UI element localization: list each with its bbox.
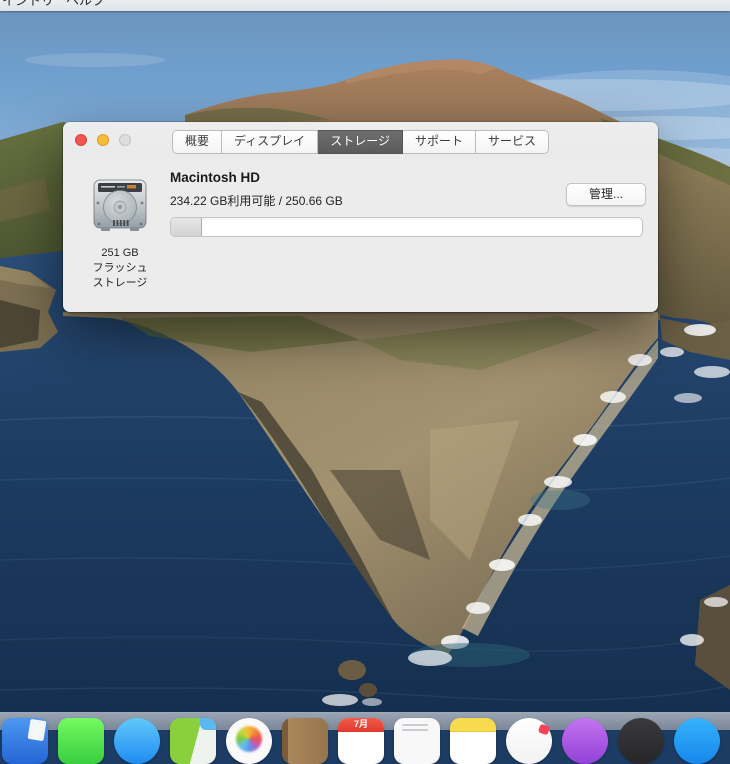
disk-capacity-label: 251 GB フラッシュ ストレージ — [68, 246, 172, 291]
desktop: { "menu_bar": { "items": [ { "label": "イ… — [0, 0, 730, 764]
window-titlebar[interactable]: 概要 ディスプレイ ストレージ サポート サービス — [63, 122, 658, 158]
tv-icon[interactable] — [618, 718, 664, 764]
podcasts-icon[interactable] — [562, 718, 608, 764]
tab-support[interactable]: サポート — [402, 130, 476, 154]
dock: 7月 — [0, 712, 730, 764]
photos-icon[interactable] — [226, 718, 272, 764]
safari-icon[interactable] — [114, 718, 160, 764]
maps-icon[interactable] — [170, 718, 216, 764]
menu-item-help[interactable]: ヘルプ — [66, 0, 105, 11]
catalina-wallpaper — [0, 0, 730, 730]
tab-overview[interactable]: 概要 — [172, 130, 223, 154]
about-this-mac-window: 概要 ディスプレイ ストレージ サポート サービス 251 GB フラッシュ ス… — [63, 122, 658, 312]
mail-icon[interactable] — [2, 718, 48, 764]
notes-icon[interactable] — [450, 718, 496, 764]
music-icon[interactable] — [506, 718, 552, 764]
hard-drive-icon — [93, 179, 147, 231]
disk-type-line1: フラッシュ — [92, 262, 148, 274]
app-store-icon[interactable] — [674, 718, 720, 764]
messages-icon[interactable] — [58, 718, 104, 764]
disk-size: 251 GB — [101, 247, 139, 259]
storage-usage-bar — [170, 217, 643, 237]
menu-item[interactable]: イントリ — [2, 0, 54, 11]
calendar-icon[interactable]: 7月 — [338, 718, 384, 764]
tab-service[interactable]: サービス — [475, 130, 549, 154]
tab-bar: 概要 ディスプレイ ストレージ サポート サービス — [63, 130, 658, 154]
disk-type-line2: ストレージ — [92, 277, 148, 289]
manage-button[interactable]: 管理... — [566, 183, 646, 206]
reminders-icon[interactable] — [394, 718, 440, 764]
tab-displays[interactable]: ディスプレイ — [222, 130, 319, 154]
tab-storage[interactable]: ストレージ — [318, 130, 403, 154]
maps-water — [200, 718, 216, 730]
mail-stamp — [27, 718, 47, 742]
volume-name: Macintosh HD — [170, 170, 261, 185]
volume-availability: 234.22 GB利用可能 / 250.66 GB — [170, 194, 343, 208]
menu-bar: イントリ ヘルプ — [0, 0, 730, 11]
contacts-icon[interactable] — [282, 718, 328, 764]
storage-bar-used — [171, 218, 202, 236]
